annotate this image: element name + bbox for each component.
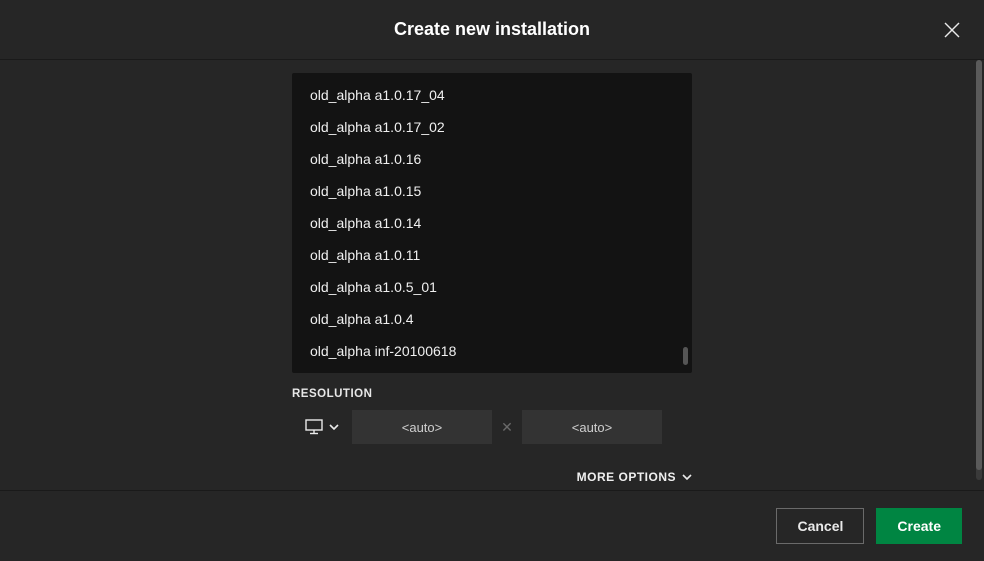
dialog-footer: Cancel Create: [0, 490, 984, 561]
more-options-label: MORE OPTIONS: [577, 470, 676, 484]
version-option[interactable]: old_alpha a1.0.17_04: [292, 79, 692, 111]
version-option[interactable]: old_alpha a1.0.14: [292, 207, 692, 239]
monitor-icon: [305, 419, 323, 435]
resolution-section: RESOLUTION <auto> ✕ <auto>: [292, 388, 692, 444]
resolution-row: <auto> ✕ <auto>: [292, 410, 692, 444]
version-dropdown-list: old_alpha a1.0.17_04 old_alpha a1.0.17_0…: [292, 73, 692, 373]
dialog-title: Create new installation: [394, 19, 590, 40]
version-option[interactable]: old_alpha a1.0.15: [292, 175, 692, 207]
page-scrollbar-thumb[interactable]: [976, 60, 982, 470]
dialog-header: Create new installation: [0, 0, 984, 60]
resolution-separator: ✕: [492, 419, 522, 436]
cancel-button[interactable]: Cancel: [776, 508, 864, 544]
more-options-toggle[interactable]: MORE OPTIONS: [577, 470, 692, 484]
chevron-down-icon: [329, 424, 339, 430]
dropdown-scrollbar-thumb[interactable]: [683, 347, 688, 365]
resolution-label: RESOLUTION: [292, 388, 692, 400]
version-option[interactable]: old_alpha a1.0.4: [292, 303, 692, 335]
dialog-content: old_alpha a1.0.17_04 old_alpha a1.0.17_0…: [0, 60, 984, 490]
resolution-width-input[interactable]: <auto>: [352, 410, 492, 444]
version-option[interactable]: old_alpha a1.0.5_01: [292, 271, 692, 303]
close-button[interactable]: [940, 18, 964, 42]
monitor-preset-select[interactable]: [292, 410, 352, 444]
create-button[interactable]: Create: [876, 508, 962, 544]
version-option[interactable]: old_alpha inf-20100618: [292, 335, 692, 367]
close-icon: [944, 22, 960, 38]
resolution-height-input[interactable]: <auto>: [522, 410, 662, 444]
version-option[interactable]: old_alpha a1.0.16: [292, 143, 692, 175]
chevron-down-icon: [682, 474, 692, 480]
version-option[interactable]: old_alpha a1.0.17_02: [292, 111, 692, 143]
version-option[interactable]: old_alpha a1.0.11: [292, 239, 692, 271]
